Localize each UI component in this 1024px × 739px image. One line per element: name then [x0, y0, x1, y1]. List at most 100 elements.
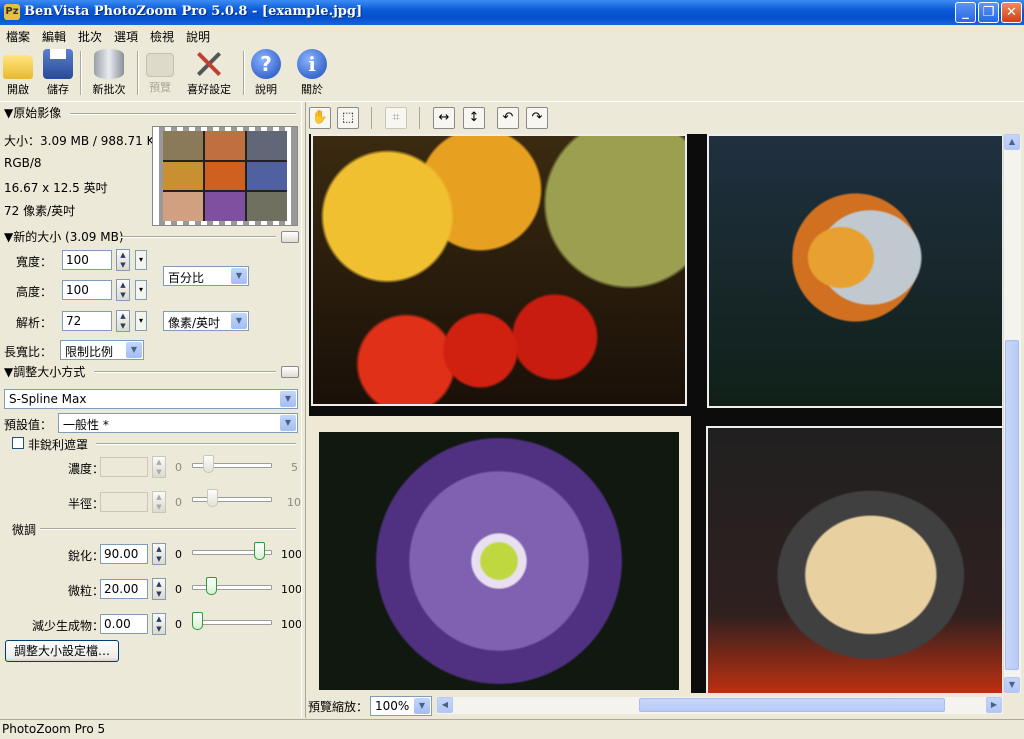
new-batch-button[interactable]: 新批次 — [88, 47, 130, 99]
divider — [96, 443, 296, 445]
selection-tool-icon[interactable]: ⬚ — [337, 107, 359, 129]
help-button[interactable]: ? 說明 — [250, 47, 282, 99]
fit-height-icon[interactable]: ↕ — [463, 107, 485, 129]
radius-input[interactable] — [100, 492, 148, 512]
collapse-resize-button[interactable] — [281, 366, 299, 378]
preview-image[interactable] — [309, 134, 1002, 693]
amount-spinner[interactable]: ▲ ▼ — [152, 456, 166, 478]
amount-input[interactable] — [100, 457, 148, 477]
sharpen-input[interactable]: 90.00 — [100, 544, 148, 564]
horizontal-scrollbar[interactable]: ◀ ▶ — [437, 697, 1003, 714]
scroll-up-button[interactable]: ▲ — [1004, 134, 1020, 150]
menu-file[interactable]: 檔案 — [6, 28, 30, 45]
status-text: PhotoZoom Pro 5 — [2, 722, 106, 736]
height-input[interactable]: 100 — [62, 280, 112, 300]
menu-view[interactable]: 檢視 — [150, 28, 174, 45]
vertical-scroll-thumb[interactable] — [1005, 340, 1019, 670]
horizontal-scroll-thumb[interactable] — [639, 698, 945, 712]
scroll-left-button[interactable]: ◀ — [437, 697, 453, 713]
preset-value: 一般性 * — [63, 418, 109, 432]
fit-width-icon[interactable]: ↔ — [433, 107, 455, 129]
grain-slider-thumb[interactable] — [205, 577, 217, 595]
divider — [120, 236, 276, 238]
radius-slider-track[interactable] — [192, 497, 272, 502]
preset-select[interactable]: 一般性 * ▼ — [58, 413, 298, 433]
grain-slider-track[interactable] — [192, 585, 272, 590]
preferences-button[interactable]: 喜好設定 — [184, 47, 234, 99]
save-label: 儲存 — [47, 83, 69, 96]
width-spinner[interactable]: ▲ ▼ — [116, 249, 130, 271]
resolution-unit-select[interactable]: 像素/英吋 ▼ — [163, 311, 249, 331]
resolution-unit-dropdown[interactable]: ▾ — [135, 311, 147, 331]
original-image-header[interactable]: ▼原始影像 — [4, 104, 61, 121]
title-bar[interactable]: Pz BenVista PhotoZoom Pro 5.0.8 - [examp… — [0, 0, 1024, 25]
collapse-new-size-button[interactable] — [281, 231, 299, 243]
height-label: 高度： — [16, 285, 53, 299]
amount-slider-thumb[interactable] — [203, 455, 214, 473]
resolution-input[interactable]: 72 — [62, 311, 112, 331]
artifact-reduction-spinner[interactable]: ▲ ▼ — [152, 613, 166, 635]
about-button[interactable]: i 關於 — [296, 47, 328, 99]
aspect-ratio-select[interactable]: 限制比例 ▼ — [60, 340, 144, 360]
radius-spinner[interactable]: ▲ ▼ — [152, 491, 166, 513]
resize-method-select[interactable]: S-Spline Max ▼ — [4, 389, 298, 409]
preview-zoom-label: 預覽縮放： — [308, 700, 369, 714]
save-button[interactable]: 儲存 — [42, 47, 74, 99]
preview-zoom-select[interactable]: 100% ▼ — [370, 696, 432, 716]
tools-icon — [194, 49, 224, 79]
aspect-ratio-value: 限制比例 — [65, 345, 114, 359]
minimize-button[interactable]: _ — [955, 2, 976, 23]
vertical-scrollbar[interactable]: ▲ ▼ — [1003, 134, 1021, 693]
width-unit-dropdown[interactable]: ▾ — [135, 250, 147, 270]
maximize-button[interactable]: ❐ — [978, 2, 999, 23]
sharpen-max: 100 — [281, 548, 302, 561]
artifact-slider-track[interactable] — [192, 620, 272, 625]
about-label: 關於 — [301, 83, 323, 96]
panel-splitter[interactable] — [301, 102, 306, 718]
grain-spinner[interactable]: ▲ ▼ — [152, 578, 166, 600]
height-spinner[interactable]: ▲ ▼ — [116, 279, 130, 301]
menu-edit[interactable]: 編輯 — [42, 28, 66, 45]
resize-profiles-button[interactable]: 調整大小設定檔… — [5, 640, 119, 662]
hand-tool-icon[interactable]: ✋ — [309, 107, 331, 129]
sharpen-spinner[interactable]: ▲ ▼ — [152, 543, 166, 565]
toolbar-separator — [80, 51, 82, 95]
menu-help[interactable]: 說明 — [186, 28, 210, 45]
unsharp-mask-checkbox[interactable] — [12, 437, 24, 449]
open-label: 開啟 — [7, 83, 29, 96]
open-button[interactable]: 開啟 — [2, 47, 34, 99]
info-icon: i — [297, 49, 327, 79]
radius-slider-thumb[interactable] — [207, 489, 218, 507]
amount-min: 0 — [175, 461, 182, 474]
new-size-header[interactable]: ▼新的大小 (3.09 MB) — [4, 228, 124, 245]
size-unit-value: 百分比 — [168, 271, 205, 285]
grain-input[interactable]: 20.00 — [100, 579, 148, 599]
original-size: 大小：3.09 MB / 988.71 KB — [4, 134, 163, 148]
width-input[interactable]: 100 — [62, 250, 112, 270]
resize-method-header[interactable]: ▼調整大小方式 — [4, 363, 85, 380]
sharpen-slider-thumb[interactable] — [254, 542, 266, 560]
resolution-spinner[interactable]: ▲ ▼ — [116, 310, 130, 332]
artifact-slider-thumb[interactable] — [192, 612, 203, 630]
menu-bar: 檔案 編輯 批次 選項 檢視 說明 — [0, 25, 1024, 45]
menu-options[interactable]: 選項 — [114, 28, 138, 45]
status-bar: PhotoZoom Pro 5 — [0, 719, 1024, 739]
fine-tuning-label: 微調 — [12, 523, 37, 537]
close-button[interactable]: ✕ — [1001, 2, 1022, 23]
menu-batch[interactable]: 批次 — [78, 28, 102, 45]
grain-max: 100 — [281, 583, 302, 596]
crop-icon[interactable]: ⌗ — [385, 107, 407, 129]
original-resolution: 72 像素/英吋 — [4, 204, 76, 218]
divider — [40, 528, 296, 530]
app-icon[interactable]: Pz — [4, 4, 20, 20]
rotate-right-icon[interactable]: ↷ — [526, 107, 548, 129]
preview-button[interactable]: 預覽 — [144, 47, 176, 99]
scroll-right-button[interactable]: ▶ — [986, 697, 1002, 713]
height-unit-dropdown[interactable]: ▾ — [135, 280, 147, 300]
sharpen-min: 0 — [175, 548, 182, 561]
scroll-down-button[interactable]: ▼ — [1004, 677, 1020, 693]
artifact-reduction-input[interactable]: 0.00 — [100, 614, 148, 634]
size-unit-select[interactable]: 百分比 ▼ — [163, 266, 249, 286]
resize-method-value: S-Spline Max — [9, 392, 87, 406]
rotate-left-icon[interactable]: ↶ — [497, 107, 519, 129]
